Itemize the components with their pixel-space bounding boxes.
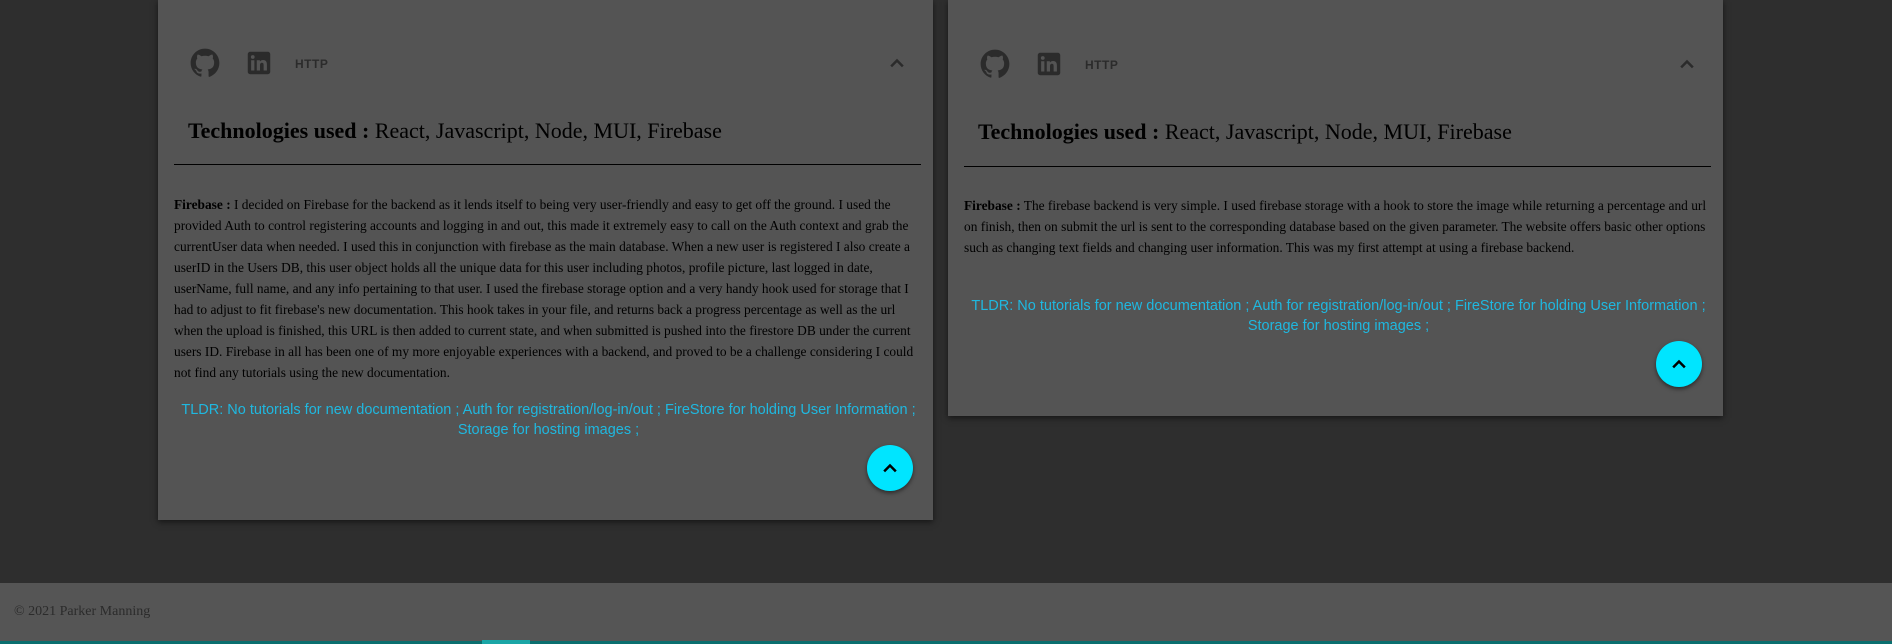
technologies-heading: Technologies used : React, Javascript, N… bbox=[964, 119, 1711, 145]
tldr-summary: TLDR: No tutorials for new documentation… bbox=[971, 298, 1706, 334]
project-card: HTTP Technologies used : React, Javascri… bbox=[948, 0, 1723, 416]
technologies-label: Technologies used : bbox=[188, 118, 370, 143]
scroll-top-button[interactable] bbox=[1656, 341, 1702, 387]
project-links: HTTP bbox=[174, 48, 917, 80]
technologies-list: React, Javascript, Node, MUI, Firebase bbox=[369, 118, 722, 143]
github-icon[interactable] bbox=[980, 49, 1010, 79]
footer: © 2021 Parker Manning bbox=[0, 583, 1892, 644]
github-icon[interactable] bbox=[190, 48, 220, 78]
technologies-list: React, Javascript, Node, MUI, Firebase bbox=[1159, 119, 1512, 144]
chevron-up-icon bbox=[880, 458, 900, 478]
description-label: Firebase : bbox=[964, 198, 1021, 213]
project-card: HTTP Technologies used : React, Javascri… bbox=[158, 0, 933, 520]
chevron-up-icon bbox=[1669, 354, 1689, 374]
copyright-text: © 2021 Parker Manning bbox=[14, 604, 151, 619]
scroll-top-button[interactable] bbox=[867, 445, 913, 491]
divider bbox=[964, 166, 1711, 167]
description-text: The firebase backend is very simple. I u… bbox=[964, 198, 1707, 255]
footer-accent bbox=[482, 640, 530, 644]
http-link[interactable]: HTTP bbox=[1085, 58, 1118, 72]
technologies-heading: Technologies used : React, Javascript, N… bbox=[174, 118, 921, 144]
http-link[interactable]: HTTP bbox=[295, 57, 328, 71]
divider bbox=[174, 164, 921, 165]
description-text: I decided on Firebase for the backend as… bbox=[174, 197, 914, 380]
project-links: HTTP bbox=[964, 49, 1707, 81]
technologies-label: Technologies used : bbox=[978, 119, 1160, 144]
description-label: Firebase : bbox=[174, 197, 231, 212]
tldr-summary: TLDR: No tutorials for new documentation… bbox=[181, 402, 916, 438]
linkedin-icon[interactable] bbox=[1034, 49, 1064, 79]
project-description: Firebase : The firebase backend is very … bbox=[964, 195, 1713, 258]
chevron-up-icon[interactable] bbox=[887, 53, 907, 73]
chevron-up-icon[interactable] bbox=[1677, 54, 1697, 74]
linkedin-icon[interactable] bbox=[244, 48, 274, 78]
project-description: Firebase : I decided on Firebase for the… bbox=[174, 194, 923, 383]
